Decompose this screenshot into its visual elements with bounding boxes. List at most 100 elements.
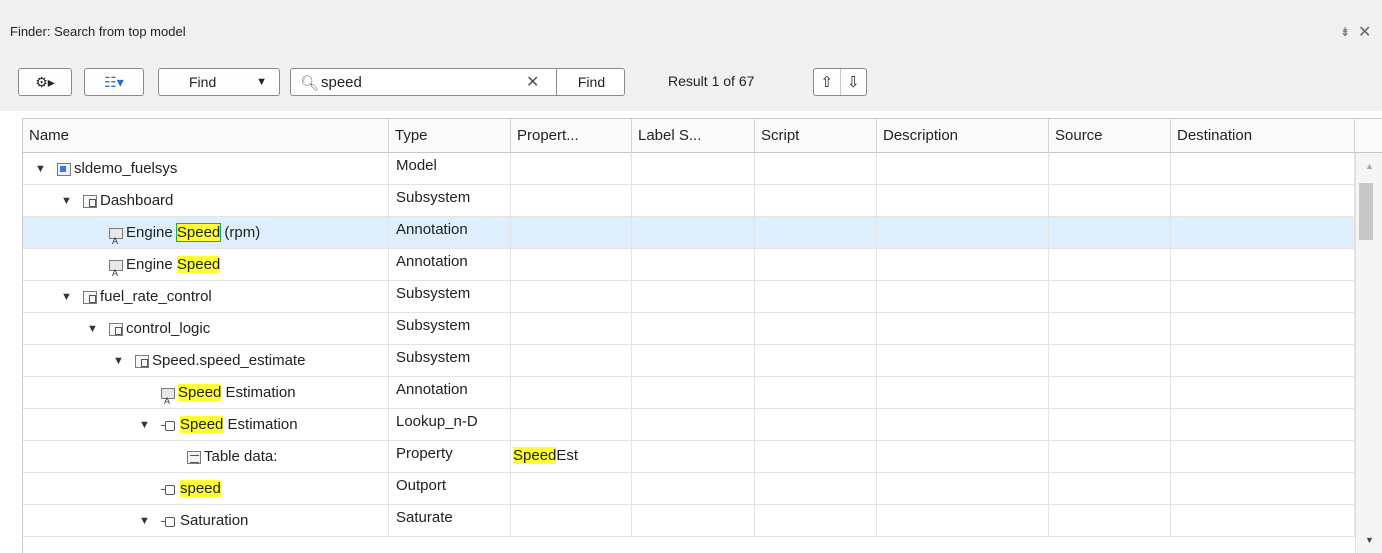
table-row[interactable]: ▼ Speed.speed_estimate Subsystem <box>23 345 1355 377</box>
cell-name[interactable]: ▼ Speed Estimation <box>23 409 389 441</box>
cell-name[interactable]: ▼ Dashboard <box>23 185 389 217</box>
next-result-icon[interactable]: ⇩ <box>841 69 867 95</box>
cell-description <box>877 185 1049 217</box>
cell-label-string <box>632 281 755 313</box>
model-icon <box>57 162 71 176</box>
cell-source <box>1049 345 1171 377</box>
find-dropdown[interactable]: Find ▼ <box>158 68 280 96</box>
match-highlight: Speed <box>180 416 224 433</box>
column-header-description[interactable]: Description <box>877 119 1049 153</box>
table-row[interactable]: ▼ Saturation Saturate <box>23 505 1355 537</box>
cell-destination <box>1171 377 1355 409</box>
scroll-up-icon[interactable]: ▲ <box>1365 161 1374 171</box>
table-row[interactable]: Engine Speed Annotation <box>23 249 1355 281</box>
expand-arrow-icon[interactable]: ▼ <box>139 506 153 536</box>
search-icon: 🔍︎ <box>300 75 320 92</box>
cell-property <box>511 313 632 345</box>
name-text: Dashboard <box>100 192 174 209</box>
cell-description <box>877 377 1049 409</box>
cell-source <box>1049 281 1171 313</box>
table-row[interactable]: ▼ Speed Estimation Lookup_n-D <box>23 409 1355 441</box>
cell-description <box>877 441 1049 473</box>
cell-label-string <box>632 409 755 441</box>
clear-icon[interactable]: ✕ <box>526 72 539 92</box>
expand-arrow-icon[interactable]: ▼ <box>61 282 75 312</box>
table-row[interactable]: ▼ fuel_rate_control Subsystem <box>23 281 1355 313</box>
cell-description <box>877 313 1049 345</box>
cell-description <box>877 473 1049 505</box>
expand-arrow-icon[interactable]: ▼ <box>61 186 75 216</box>
cell-script <box>755 217 877 249</box>
name-text: Speed Estimation <box>180 416 298 433</box>
block-port-icon <box>161 515 177 528</box>
port-icon <box>161 483 177 496</box>
cell-destination <box>1171 473 1355 505</box>
column-header-label-string[interactable]: Label S... <box>632 119 755 153</box>
expand-arrow-icon[interactable]: ▼ <box>35 154 49 184</box>
column-header-destination[interactable]: Destination <box>1171 119 1355 153</box>
table-row[interactable]: Table data: Property SpeedEst <box>23 441 1355 473</box>
cell-script <box>755 377 877 409</box>
close-icon[interactable]: ✕ <box>1358 22 1371 42</box>
cell-destination <box>1171 217 1355 249</box>
vertical-scrollbar[interactable]: ▲ ▼ <box>1355 153 1382 553</box>
cell-script <box>755 281 877 313</box>
cell-source <box>1049 153 1171 185</box>
subsystem-icon <box>83 290 97 304</box>
cell-name[interactable]: ▼ sldemo_fuelsys <box>23 153 389 185</box>
table-row[interactable]: speed Outport <box>23 473 1355 505</box>
cell-name[interactable]: Engine Speed <box>23 249 389 281</box>
result-count: Result 1 of 67 <box>668 73 755 89</box>
cell-label-string <box>632 185 755 217</box>
cell-destination <box>1171 313 1355 345</box>
subsystem-icon <box>83 194 97 208</box>
table-row[interactable]: ▼ Dashboard Subsystem <box>23 185 1355 217</box>
cell-name[interactable]: ▼ Saturation <box>23 505 389 537</box>
cell-source <box>1049 473 1171 505</box>
cell-source <box>1049 313 1171 345</box>
cell-script <box>755 441 877 473</box>
cell-name[interactable]: ▼ Speed.speed_estimate <box>23 345 389 377</box>
table-row[interactable]: ▼ control_logic Subsystem <box>23 313 1355 345</box>
column-header-script[interactable]: Script <box>755 119 877 153</box>
cell-description <box>877 345 1049 377</box>
match-highlight: Speed <box>178 384 222 401</box>
name-text: sldemo_fuelsys <box>74 160 178 177</box>
expand-arrow-icon[interactable]: ▼ <box>139 410 153 440</box>
cell-type: Property <box>389 441 511 473</box>
cell-name[interactable]: speed <box>23 473 389 505</box>
column-header-source[interactable]: Source <box>1049 119 1171 153</box>
table-row[interactable]: ▼ sldemo_fuelsys Model <box>23 153 1355 185</box>
cell-destination <box>1171 281 1355 313</box>
table-row[interactable]: Speed Estimation Annotation <box>23 377 1355 409</box>
cell-name[interactable]: Engine Speed (rpm) <box>23 217 389 249</box>
cell-label-string <box>632 217 755 249</box>
options-button[interactable]: ⚙▸ <box>18 68 72 96</box>
column-header-name[interactable]: Name <box>23 119 389 153</box>
cell-label-string <box>632 473 755 505</box>
cell-script <box>755 185 877 217</box>
cell-script <box>755 409 877 441</box>
table-row[interactable]: Engine Speed (rpm) Annotation <box>23 217 1355 249</box>
cell-name[interactable]: ▼ fuel_rate_control <box>23 281 389 313</box>
cell-label-string <box>632 249 755 281</box>
view-button[interactable]: ☷▾ <box>84 68 144 96</box>
expand-arrow-icon[interactable]: ▼ <box>87 314 101 344</box>
cell-name[interactable]: ▼ control_logic <box>23 313 389 345</box>
cell-description <box>877 409 1049 441</box>
find-button[interactable]: Find <box>556 68 626 96</box>
scroll-down-icon[interactable]: ▼ <box>1365 535 1374 545</box>
result-navigation: ⇧ ⇩ <box>813 68 867 96</box>
previous-result-icon[interactable]: ⇧ <box>814 69 841 95</box>
scrollbar-thumb[interactable] <box>1359 183 1373 240</box>
subsystem-icon <box>109 322 123 336</box>
cell-name[interactable]: Table data: <box>23 441 389 473</box>
search-input[interactable] <box>321 72 511 92</box>
cell-property <box>511 249 632 281</box>
expand-arrow-icon[interactable]: ▼ <box>113 346 127 376</box>
pin-icon[interactable]: ⇟ <box>1340 25 1350 39</box>
column-header-property[interactable]: Propert... <box>511 119 632 153</box>
column-header-type[interactable]: Type <box>389 119 511 153</box>
cell-name[interactable]: Speed Estimation <box>23 377 389 409</box>
cell-property <box>511 377 632 409</box>
